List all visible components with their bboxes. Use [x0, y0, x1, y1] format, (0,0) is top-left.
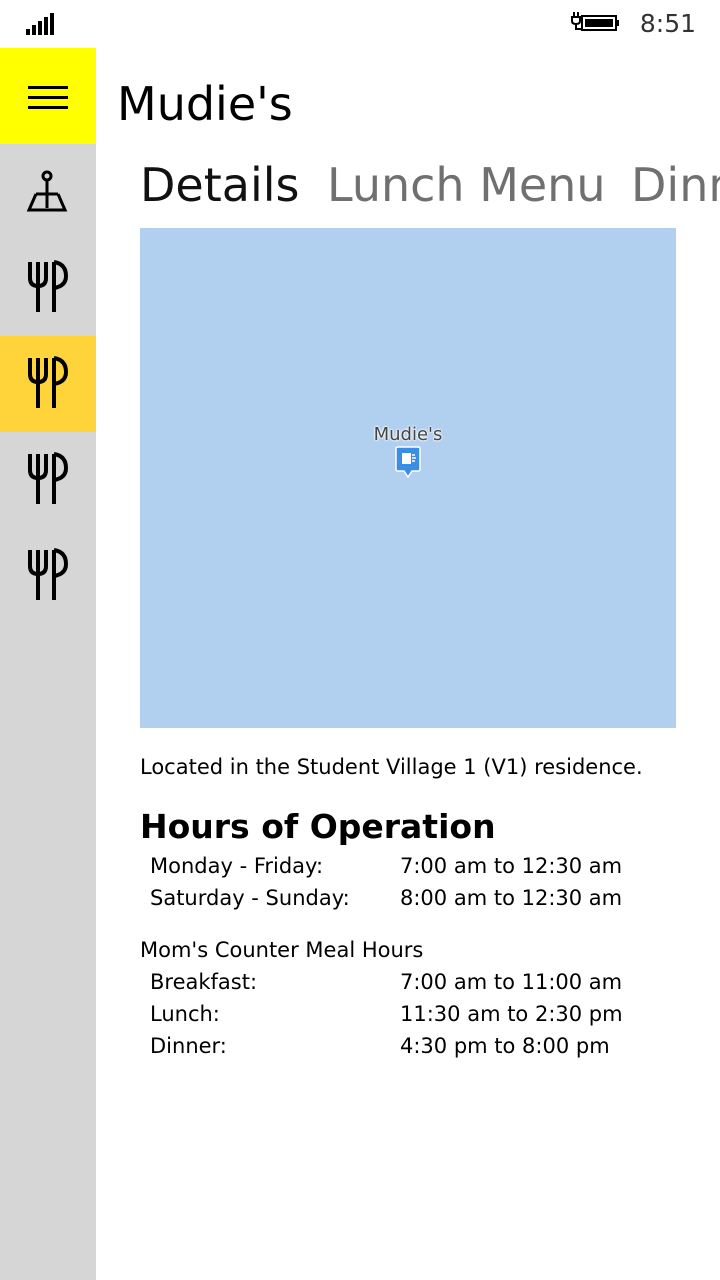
meal-time: 11:30 am to 2:30 pm: [400, 1002, 623, 1026]
fork-knife-icon: [28, 452, 69, 504]
sidebar-item-dining-4[interactable]: [0, 528, 96, 624]
fork-knife-icon: [28, 260, 69, 312]
sidebar-item-map[interactable]: [0, 144, 96, 240]
fork-knife-icon: [28, 356, 69, 408]
map-pin-label: Mudie's: [373, 424, 443, 445]
battery-charging-icon: [571, 12, 619, 31]
location-description: Located in the Student Village 1 (V1) re…: [140, 755, 643, 779]
pivot-tabs: Details Lunch Menu Dinner Menu: [140, 152, 720, 218]
meal-row: Dinner: 4:30 pm to 8:00 pm: [150, 1030, 690, 1062]
status-bar: 8:51: [0, 0, 720, 48]
meal-row: Breakfast: 7:00 am to 11:00 am: [150, 966, 690, 998]
app-screen: 8:51 Mudie's Details Lunch Menu Din Mudi…: [0, 0, 720, 1280]
fork-knife-icon: [28, 548, 69, 600]
meal-name: Breakfast:: [150, 970, 258, 994]
counter-hours-heading: Mom's Counter Meal Hours: [140, 938, 424, 962]
meal-time: 7:00 am to 11:00 am: [400, 970, 623, 994]
meal-name: Lunch:: [150, 1002, 220, 1026]
sidebar-item-dining-1[interactable]: [0, 240, 96, 336]
hamburger-menu-icon-line: [28, 96, 68, 99]
hours-row: Saturday - Sunday: 8:00 am to 12:30 am: [150, 882, 690, 914]
scale-map-icon: [26, 170, 68, 212]
hours-day: Monday - Friday:: [150, 854, 324, 878]
meal-name: Dinner:: [150, 1034, 227, 1058]
sidebar-item-dining-3[interactable]: [0, 432, 96, 528]
sidebar-item-dining-2[interactable]: [0, 336, 96, 432]
page-title: Mudie's: [117, 77, 293, 131]
meal-time: 4:30 pm to 8:00 pm: [400, 1034, 610, 1058]
signal-bars-icon: [26, 13, 56, 35]
map-pin-icon[interactable]: [395, 446, 421, 478]
hours-time: 7:00 am to 12:30 am: [400, 854, 623, 878]
meal-row: Lunch: 11:30 am to 2:30 pm: [150, 998, 690, 1030]
tab-lunch-menu[interactable]: Lunch Menu: [327, 152, 606, 218]
tab-details[interactable]: Details: [140, 152, 299, 218]
hours-day: Saturday - Sunday:: [150, 886, 350, 910]
sidebar-nav: [0, 48, 96, 1280]
hours-heading: Hours of Operation: [140, 807, 496, 846]
hamburger-menu-icon-line: [28, 106, 68, 109]
hamburger-menu-button[interactable]: [0, 48, 96, 144]
hours-row: Monday - Friday: 7:00 am to 12:30 am: [150, 850, 690, 882]
tab-dinner-menu[interactable]: Dinner Menu: [631, 152, 720, 218]
status-time: 8:51: [639, 9, 696, 38]
hours-time: 8:00 am to 12:30 am: [400, 886, 623, 910]
hamburger-menu-icon: [28, 86, 68, 89]
location-map[interactable]: Mudie's: [140, 228, 676, 728]
